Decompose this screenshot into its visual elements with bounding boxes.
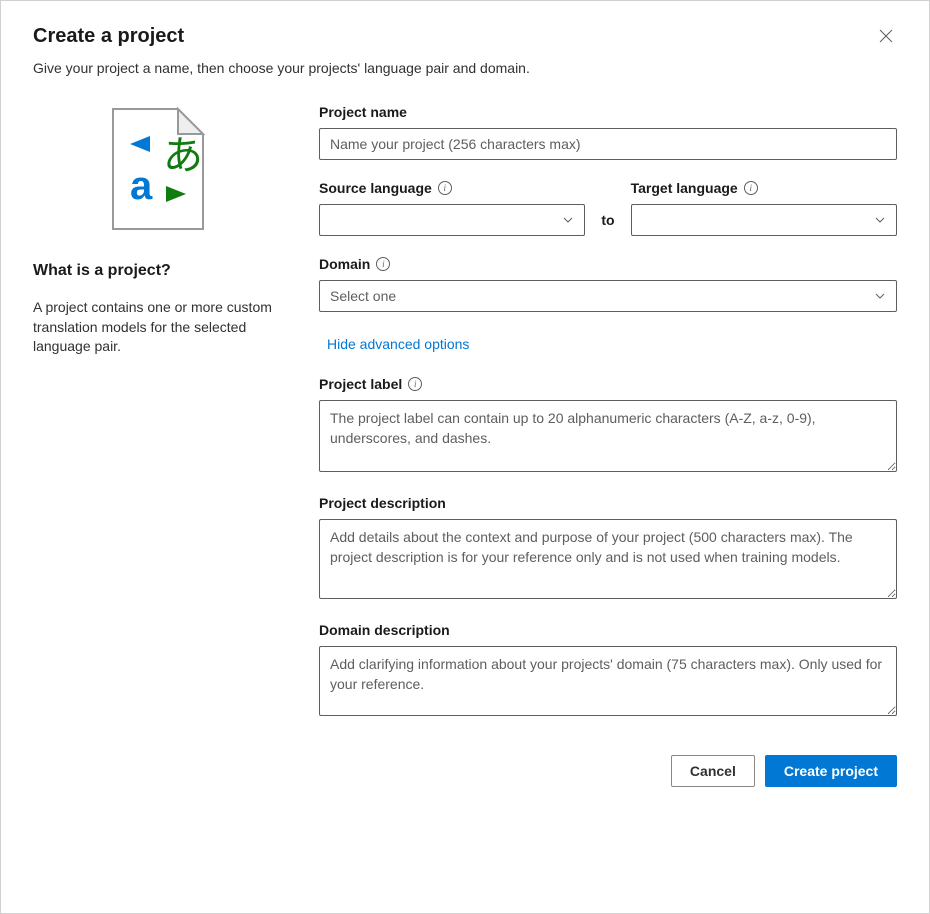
domain-field: Domain i Select one bbox=[319, 256, 897, 312]
domain-label: Domain i bbox=[319, 256, 897, 272]
domain-description-input[interactable] bbox=[319, 646, 897, 716]
language-row: Source language i to Target language i bbox=[319, 180, 897, 236]
project-description-input[interactable] bbox=[319, 519, 897, 599]
dialog-footer: Cancel Create project bbox=[319, 755, 897, 787]
project-label-field: Project label i bbox=[319, 376, 897, 475]
svg-text:あ: あ bbox=[163, 134, 203, 178]
create-project-button[interactable]: Create project bbox=[765, 755, 897, 787]
sidebar: あ a What is a project? A project contain… bbox=[33, 104, 283, 881]
project-name-label: Project name bbox=[319, 104, 897, 120]
sidebar-heading: What is a project? bbox=[33, 262, 283, 280]
project-description-field: Project description bbox=[319, 495, 897, 602]
project-label-label: Project label i bbox=[319, 376, 897, 392]
source-language-field: Source language i bbox=[319, 180, 585, 236]
project-name-field: Project name bbox=[319, 104, 897, 160]
domain-description-label: Domain description bbox=[319, 622, 897, 638]
target-language-label: Target language i bbox=[631, 180, 897, 196]
form: Project name Source language i to Tar bbox=[319, 104, 897, 881]
dialog-header: Create a project bbox=[33, 25, 897, 48]
sidebar-body: A project contains one or more custom tr… bbox=[33, 298, 283, 357]
target-language-select[interactable] bbox=[631, 204, 897, 236]
project-description-label: Project description bbox=[319, 495, 897, 511]
dialog-content: あ a What is a project? A project contain… bbox=[33, 104, 897, 881]
project-label-input[interactable] bbox=[319, 400, 897, 472]
info-icon[interactable]: i bbox=[408, 377, 422, 391]
info-icon[interactable]: i bbox=[438, 181, 452, 195]
source-language-label: Source language i bbox=[319, 180, 585, 196]
toggle-advanced-button[interactable]: Hide advanced options bbox=[327, 336, 897, 352]
domain-description-field: Domain description bbox=[319, 622, 897, 719]
source-language-select[interactable] bbox=[319, 204, 585, 236]
info-icon[interactable]: i bbox=[744, 181, 758, 195]
translator-document-icon: あ a bbox=[108, 104, 208, 234]
to-label: to bbox=[601, 212, 614, 236]
project-name-input[interactable] bbox=[319, 128, 897, 160]
domain-select[interactable]: Select one bbox=[319, 280, 897, 312]
cancel-button[interactable]: Cancel bbox=[671, 755, 755, 787]
close-icon bbox=[879, 29, 893, 43]
info-icon[interactable]: i bbox=[376, 257, 390, 271]
svg-text:a: a bbox=[130, 164, 153, 208]
create-project-dialog: Create a project Give your project a nam… bbox=[0, 0, 930, 914]
target-language-field: Target language i bbox=[631, 180, 897, 236]
dialog-subtitle: Give your project a name, then choose yo… bbox=[33, 60, 897, 76]
close-button[interactable] bbox=[875, 25, 897, 47]
dialog-title: Create a project bbox=[33, 25, 184, 48]
